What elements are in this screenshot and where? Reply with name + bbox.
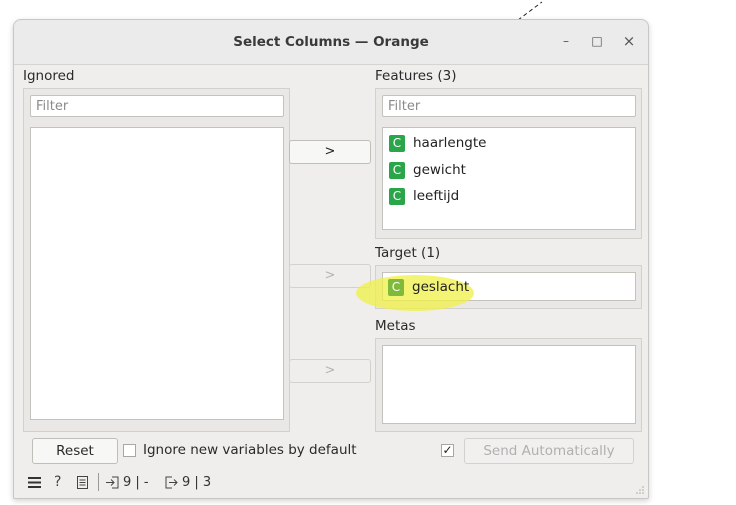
ignored-label: Ignored xyxy=(23,68,75,84)
continuous-variable-icon: C xyxy=(388,278,404,296)
list-item[interactable]: C leeftijd xyxy=(389,186,459,206)
select-columns-window: Select Columns — Orange – □ × Ignored Fi… xyxy=(13,19,649,499)
metas-group xyxy=(375,338,642,432)
window-title: Select Columns — Orange xyxy=(233,34,429,50)
help-icon[interactable]: ? xyxy=(54,474,61,490)
features-group: Filter C haarlengte C gewicht C leeftijd xyxy=(375,88,642,239)
output-icon xyxy=(165,476,178,489)
variable-name: leeftijd xyxy=(413,188,460,204)
list-item[interactable]: C geslacht xyxy=(388,277,469,297)
continuous-variable-icon: C xyxy=(389,187,405,205)
features-filter-input[interactable]: Filter xyxy=(382,95,636,117)
status-bar: ? 9 | - 9 | 3 xyxy=(14,468,648,498)
maximize-button[interactable]: □ xyxy=(588,31,606,51)
close-button[interactable]: × xyxy=(620,31,638,51)
status-divider xyxy=(98,473,99,491)
move-to-metas-button[interactable]: > xyxy=(289,359,371,383)
continuous-variable-icon: C xyxy=(389,161,405,179)
target-label: Target (1) xyxy=(375,245,441,261)
features-label: Features (3) xyxy=(375,68,457,84)
ignored-list[interactable] xyxy=(30,127,284,420)
minimize-button[interactable]: – xyxy=(557,31,575,51)
output-summary: 9 | 3 xyxy=(182,475,212,490)
resize-grip-icon[interactable] xyxy=(635,485,645,495)
variable-name: gewicht xyxy=(413,162,466,178)
variable-name: haarlengte xyxy=(413,135,487,151)
ignore-new-label: Ignore new variables by default xyxy=(143,442,357,458)
list-item[interactable]: C gewicht xyxy=(389,160,466,180)
input-icon xyxy=(106,476,119,489)
report-icon[interactable] xyxy=(77,476,88,489)
send-automatically-checkbox[interactable]: ✓ xyxy=(441,444,454,457)
metas-label: Metas xyxy=(375,318,416,334)
variable-name: geslacht xyxy=(412,279,470,295)
checkmark-icon: ✓ xyxy=(442,443,453,457)
ignore-new-checkbox[interactable] xyxy=(123,444,136,457)
hamburger-menu-icon[interactable] xyxy=(28,477,41,488)
ignored-group: Filter xyxy=(23,88,290,432)
title-bar[interactable]: Select Columns — Orange – □ × xyxy=(14,20,648,65)
metas-list[interactable] xyxy=(382,345,636,424)
features-list[interactable]: C haarlengte C gewicht C leeftijd xyxy=(382,127,636,230)
send-automatically-button[interactable]: Send Automatically xyxy=(464,438,634,464)
continuous-variable-icon: C xyxy=(389,134,405,152)
ignored-filter-input[interactable]: Filter xyxy=(30,95,284,117)
reset-button[interactable]: Reset xyxy=(32,438,118,464)
input-summary: 9 | - xyxy=(123,475,149,490)
move-to-target-button[interactable]: > xyxy=(289,264,371,288)
move-to-features-button[interactable]: > xyxy=(289,140,371,164)
list-item[interactable]: C haarlengte xyxy=(389,133,486,153)
